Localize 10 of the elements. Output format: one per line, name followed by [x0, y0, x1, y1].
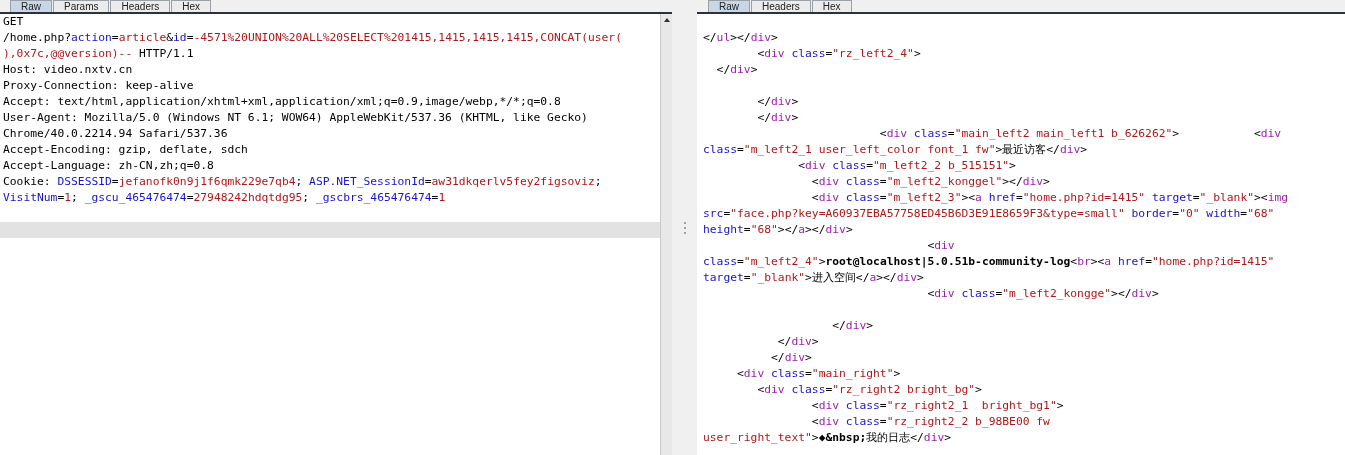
- tab[interactable]: Hex: [171, 0, 212, 12]
- scrollbar[interactable]: [660, 14, 672, 455]
- request-editor[interactable]: [0, 14, 660, 455]
- tab[interactable]: Raw: [708, 0, 750, 12]
- tab[interactable]: Hex: [811, 0, 852, 12]
- tab[interactable]: Raw: [10, 0, 52, 12]
- tab[interactable]: Params: [53, 0, 110, 12]
- tab[interactable]: Headers: [751, 0, 811, 12]
- tab[interactable]: Headers: [110, 0, 171, 12]
- splitter-grip-icon[interactable]: [682, 220, 687, 235]
